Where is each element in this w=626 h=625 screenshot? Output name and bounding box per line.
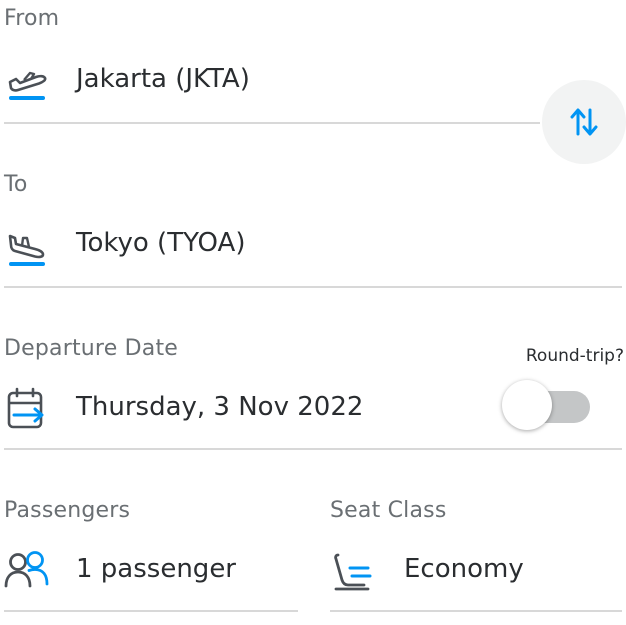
round-trip-label: Round-trip? [525, 346, 624, 366]
airplane-takeoff-icon [8, 71, 47, 100]
from-label: From [4, 6, 60, 31]
from-value: Jakarta (JKTA) [76, 64, 250, 94]
to-value: Tokyo (TYOA) [76, 228, 246, 258]
seat-class-label: Seat Class [330, 498, 447, 523]
flight-search-form: From Jakarta (JKTA) To Tokyo (TYOA) Depa… [0, 0, 626, 625]
from-field[interactable]: Jakarta (JKTA) [0, 52, 540, 124]
people-icon [4, 551, 49, 588]
toggle-knob [502, 380, 552, 430]
seat-class-divider [330, 610, 622, 612]
seat-class-value: Economy [404, 554, 524, 584]
airplane-landing-icon [8, 234, 45, 266]
to-field[interactable]: Tokyo (TYOA) [0, 216, 626, 288]
to-label: To [4, 172, 28, 197]
departure-date-value: Thursday, 3 Nov 2022 [76, 392, 364, 422]
seat-icon [334, 553, 372, 591]
swap-button[interactable] [542, 80, 626, 164]
departure-divider [4, 448, 622, 450]
departure-date-label: Departure Date [4, 336, 179, 361]
passengers-field[interactable]: 1 passenger [0, 542, 298, 612]
swap-vertical-icon [570, 108, 598, 136]
calendar-depart-icon [7, 387, 44, 429]
seat-class-field[interactable]: Economy [326, 542, 622, 612]
departure-date-field[interactable]: Thursday, 3 Nov 2022 [0, 380, 480, 450]
round-trip-toggle[interactable] [500, 378, 592, 436]
from-divider [4, 122, 540, 124]
to-divider [4, 286, 622, 288]
passengers-label: Passengers [4, 498, 131, 523]
passengers-value: 1 passenger [76, 554, 236, 584]
passengers-divider [4, 610, 298, 612]
